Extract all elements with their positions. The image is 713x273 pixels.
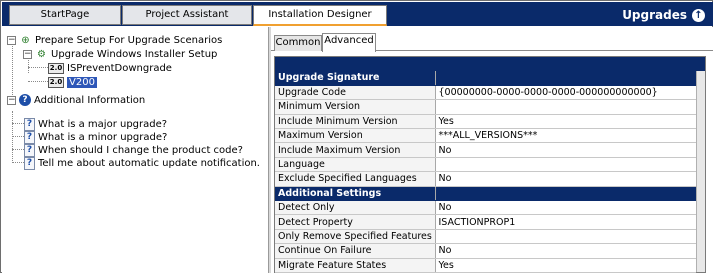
section-title: Upgrade Signature (275, 71, 436, 86)
property-name: Upgrade Code (275, 85, 436, 101)
version-badge-icon: 2.0 (48, 76, 64, 88)
tree-item-question[interactable]: ? What is a major upgrade? (24, 117, 167, 131)
property-name: Only Remove Specified Features (275, 229, 436, 245)
tree-label: ISPreventDowngrade (67, 62, 172, 74)
vertical-scrollbar[interactable] (696, 71, 705, 272)
tab-common[interactable]: Common (274, 35, 322, 51)
property-name: Maximum Version (275, 128, 436, 144)
property-value[interactable]: No (435, 142, 696, 158)
tree-item-upgrade-windows-installer[interactable]: − ⚙ Upgrade Windows Installer Setup (23, 47, 217, 61)
tree-item-prepare-setup[interactable]: − ⊕ Prepare Setup For Upgrade Scenarios (7, 33, 222, 47)
upgrade-tree: − ⊕ Prepare Setup For Upgrade Scenarios … (2, 27, 268, 273)
property-row[interactable]: Exclude Specified Languages No (275, 171, 696, 187)
property-row[interactable]: Only Remove Specified Features (275, 229, 696, 245)
grid-section-header: Upgrade Signature (275, 71, 696, 86)
property-value[interactable]: No (435, 243, 696, 259)
property-value[interactable] (435, 99, 696, 115)
property-value[interactable]: ***ALL_VERSIONS*** (435, 128, 696, 144)
property-value[interactable]: ISACTIONPROP1 (435, 214, 696, 230)
section-title: Additional Settings (275, 186, 436, 202)
view-title: Upgrades ↑ (622, 6, 705, 24)
tree-label: What is a major upgrade? (38, 118, 168, 130)
property-row[interactable]: Include Minimum Version Yes (275, 114, 696, 130)
tab-startpage[interactable]: StartPage (9, 5, 121, 25)
version-badge-icon: 2.0 (48, 62, 64, 74)
property-value[interactable]: No (435, 200, 696, 216)
property-name: Continue On Failure (275, 243, 436, 259)
tree-label: When should I change the product code? (38, 144, 243, 156)
view-title-label: Upgrades (622, 8, 687, 22)
tree-item-v200[interactable]: 2.0 V200 (48, 75, 97, 89)
property-row[interactable]: Upgrade Code {00000000-0000-0000-0000-000… (275, 85, 696, 101)
properties-panel: Common Advanced Upgrade Signature Upgrade… (271, 27, 713, 273)
property-name: Minimum Version (275, 99, 436, 115)
property-value[interactable]: No (435, 171, 696, 187)
collapse-icon[interactable]: − (23, 49, 32, 59)
property-row[interactable]: Minimum Version (275, 99, 696, 115)
property-name: Exclude Specified Languages (275, 171, 436, 187)
top-tab-bar: StartPage Project Assistant Installation… (2, 2, 713, 26)
grid-header-band (275, 57, 705, 71)
tree-label: Additional Information (34, 94, 146, 106)
property-row[interactable]: Include Maximum Version No (275, 142, 696, 158)
property-table: Upgrade Signature Upgrade Code {00000000-0… (275, 71, 696, 273)
property-value[interactable]: Yes (435, 258, 696, 273)
grid-section-header: Additional Settings (275, 186, 696, 202)
tab-project-assistant[interactable]: Project Assistant (122, 5, 252, 25)
tree-item-ispreventdowngrade[interactable]: 2.0 ISPreventDowngrade (48, 61, 172, 75)
designer-window: StartPage Project Assistant Installation… (0, 0, 713, 273)
property-grid: Upgrade Signature Upgrade Code {00000000-0… (274, 56, 706, 273)
property-value[interactable]: Yes (435, 114, 696, 130)
section-spacer (435, 71, 696, 86)
property-name: Include Maximum Version (275, 142, 436, 158)
property-name: Detect Property (275, 214, 436, 230)
collapse-icon[interactable]: − (7, 95, 16, 105)
upgrades-icon: ↑ (692, 8, 705, 22)
help-page-icon: ? (24, 130, 35, 144)
property-row[interactable]: Maximum Version ***ALL_VERSIONS*** (275, 128, 696, 144)
property-row[interactable]: Language (275, 157, 696, 173)
property-name: Detect Only (275, 200, 436, 216)
tree-label: What is a minor upgrade? (38, 131, 168, 143)
tree-item-question[interactable]: ? When should I change the product code? (24, 143, 243, 157)
property-row[interactable]: Continue On Failure No (275, 243, 696, 259)
property-name: Migrate Feature States (275, 258, 436, 273)
tree-label: Prepare Setup For Upgrade Scenarios (35, 34, 223, 46)
property-value[interactable]: {00000000-0000-0000-0000-000000000000} (435, 85, 696, 101)
installer-setup-icon: ⚙ (37, 48, 46, 60)
tab-advanced[interactable]: Advanced (322, 33, 376, 52)
sub-tab-strip: Common Advanced (271, 33, 713, 52)
help-page-icon: ? (24, 117, 35, 131)
property-value[interactable] (435, 157, 696, 173)
tree-label-selected: V200 (67, 76, 97, 88)
tree-item-question[interactable]: ? Tell me about automatic update notific… (24, 156, 260, 170)
property-row[interactable]: Migrate Feature States Yes (275, 258, 696, 273)
collapse-icon[interactable]: − (7, 35, 16, 45)
help-info-icon: ? (19, 94, 31, 106)
property-name: Include Minimum Version (275, 114, 436, 130)
tree-label: Upgrade Windows Installer Setup (51, 48, 218, 60)
property-value[interactable] (435, 229, 696, 245)
property-row[interactable]: Detect Only No (275, 200, 696, 216)
setup-globe-icon: ⊕ (21, 34, 30, 46)
tree-item-question[interactable]: ? What is a minor upgrade? (24, 130, 167, 144)
property-row[interactable]: Detect Property ISACTIONPROP1 (275, 214, 696, 230)
tab-installation-designer[interactable]: Installation Designer (253, 5, 387, 26)
section-spacer (435, 186, 696, 202)
help-page-icon: ? (24, 156, 35, 170)
help-page-icon: ? (24, 143, 35, 157)
tree-item-additional-information[interactable]: − ? Additional Information (7, 93, 145, 107)
tree-label: Tell me about automatic update notificat… (38, 157, 260, 169)
property-name: Language (275, 157, 436, 173)
